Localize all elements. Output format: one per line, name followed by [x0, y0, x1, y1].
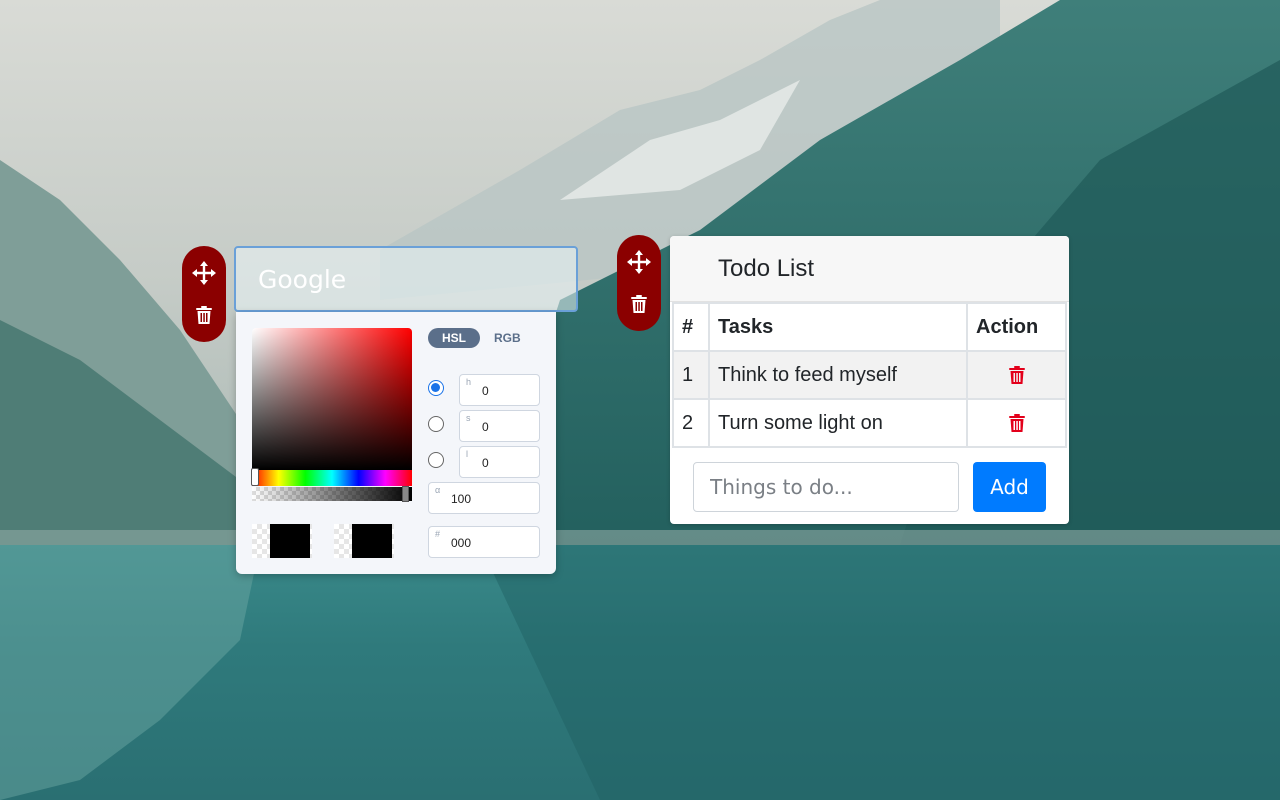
- current-color-swatch: [270, 524, 310, 558]
- hex-label: #: [435, 529, 441, 539]
- column-header-tasks: Tasks: [708, 302, 968, 352]
- hue-slider[interactable]: [252, 470, 412, 486]
- l-field[interactable]: l 0: [459, 446, 540, 478]
- table-row: 2 Turn some light on: [672, 398, 1067, 448]
- todo-header: Todo List: [670, 236, 1069, 302]
- todo-title: Todo List: [718, 254, 815, 282]
- search-widget[interactable]: Google: [234, 246, 578, 312]
- todo-input[interactable]: [693, 462, 959, 512]
- mode-hsl-button[interactable]: HSL: [428, 328, 480, 348]
- alpha-slider[interactable]: [252, 487, 412, 501]
- alpha-label: α: [435, 485, 441, 495]
- h-field[interactable]: h 0: [459, 374, 540, 406]
- background-landscape: [0, 0, 1280, 800]
- todo-header-row: # Tasks Action: [672, 302, 1067, 352]
- column-header-num: #: [672, 302, 710, 352]
- trash-icon[interactable]: [190, 301, 218, 329]
- mode-rgb-button[interactable]: RGB: [480, 328, 535, 348]
- channel-h-radio[interactable]: [428, 380, 444, 396]
- move-arrows-icon[interactable]: [625, 248, 653, 276]
- l-label: l: [466, 449, 468, 459]
- current-color-swatch-wrap: [252, 524, 312, 558]
- trash-icon[interactable]: [625, 290, 653, 318]
- search-widget-handle: [182, 246, 226, 342]
- column-header-action: Action: [966, 302, 1067, 352]
- trash-icon[interactable]: [1008, 412, 1026, 434]
- h-label: h: [466, 377, 472, 387]
- todo-widget: Todo List # Tasks Action 1 Think to feed…: [670, 236, 1069, 524]
- color-mode-toggle: HSL RGB: [428, 328, 535, 348]
- alpha-field[interactable]: α 100: [428, 482, 540, 514]
- row-action: [966, 350, 1067, 400]
- todo-table: # Tasks Action 1 Think to feed myself 2 …: [672, 302, 1067, 448]
- l-value: 0: [482, 456, 489, 470]
- trash-icon[interactable]: [1008, 364, 1026, 386]
- todo-form: Add: [693, 462, 1046, 512]
- s-field[interactable]: s 0: [459, 410, 540, 442]
- add-button[interactable]: Add: [973, 462, 1046, 512]
- channel-s-radio[interactable]: [428, 416, 444, 432]
- search-widget-text: Google: [258, 264, 347, 294]
- alpha-value: 100: [451, 492, 472, 506]
- previous-color-swatch-wrap: [334, 524, 394, 558]
- row-number: 1: [672, 350, 710, 400]
- row-task: Turn some light on: [708, 398, 968, 448]
- s-value: 0: [482, 420, 489, 434]
- row-action: [966, 398, 1067, 448]
- hex-field[interactable]: # 000: [428, 526, 540, 558]
- row-task: Think to feed myself: [708, 350, 968, 400]
- color-picker: HSL RGB h 0 s 0 l 0 α 100 # 000: [236, 312, 556, 574]
- row-number: 2: [672, 398, 710, 448]
- todo-widget-handle: [617, 235, 661, 331]
- move-arrows-icon[interactable]: [190, 259, 218, 287]
- channel-l-radio[interactable]: [428, 452, 444, 468]
- saturation-lightness-area[interactable]: [252, 328, 412, 470]
- h-value: 0: [482, 384, 489, 398]
- hex-value: 000: [451, 536, 472, 550]
- alpha-slider-handle[interactable]: [402, 486, 409, 502]
- s-label: s: [466, 413, 471, 423]
- table-row: 1 Think to feed myself: [672, 350, 1067, 400]
- hue-slider-handle[interactable]: [251, 468, 259, 486]
- previous-color-swatch[interactable]: [352, 524, 392, 558]
